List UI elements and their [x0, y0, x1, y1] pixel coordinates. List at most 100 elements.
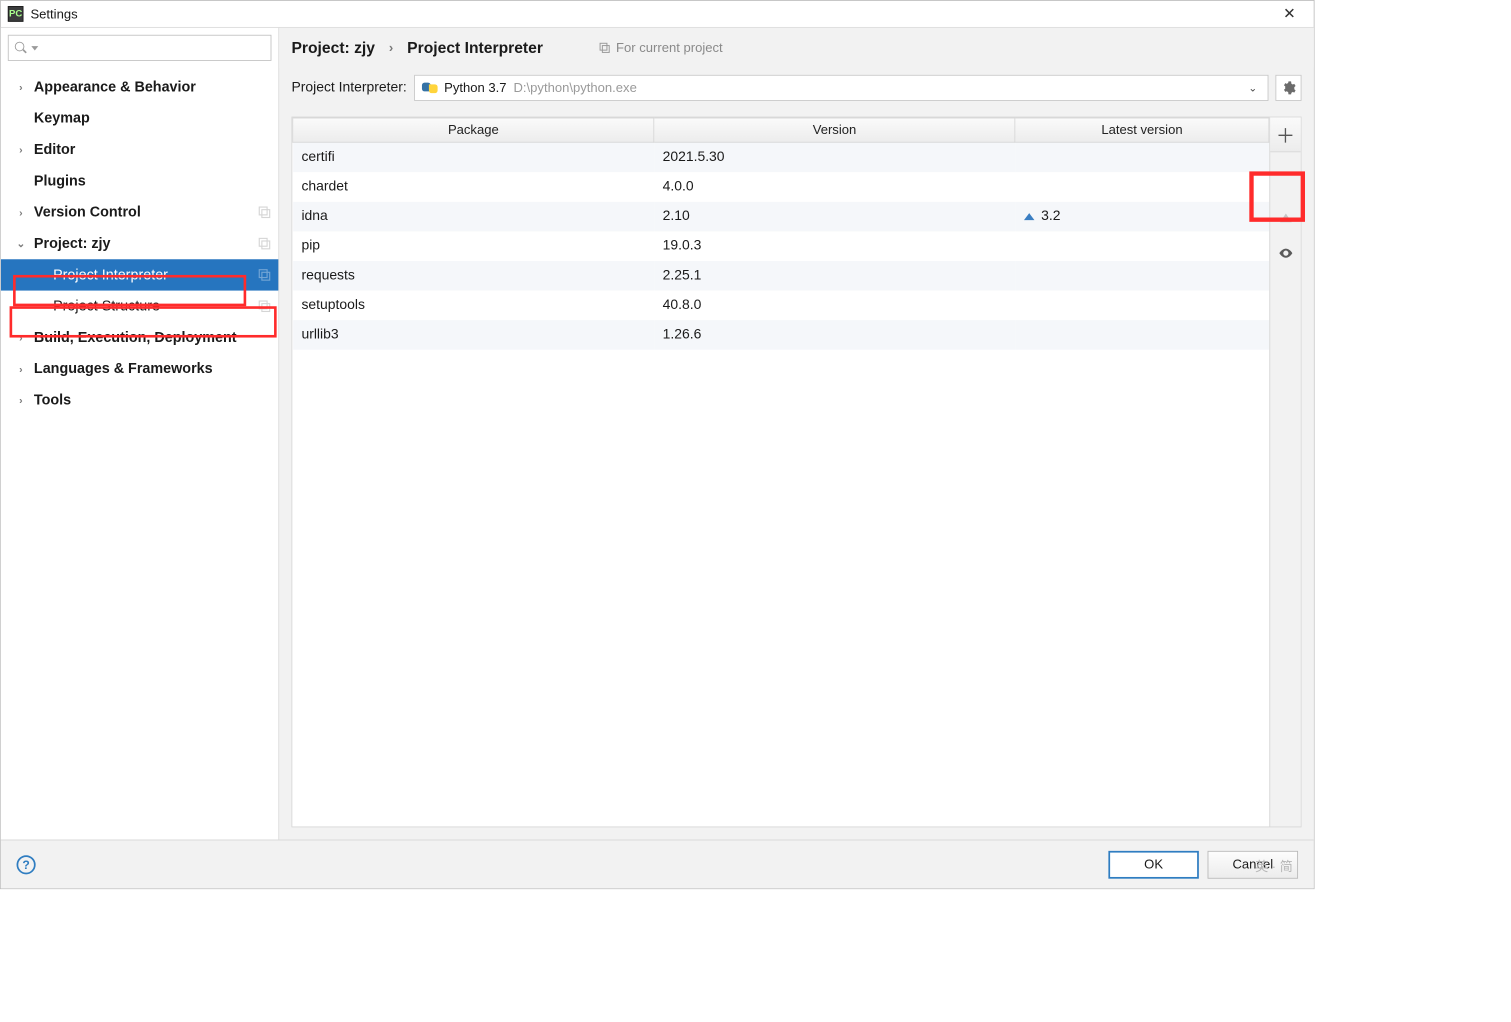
- interpreter-row: Project Interpreter: Python 3.7 D:\pytho…: [279, 68, 1313, 117]
- project-scope-icon: [599, 42, 611, 54]
- search-field[interactable]: [42, 40, 266, 56]
- interpreter-name: Python 3.7: [444, 80, 506, 95]
- triangle-up-icon: [1278, 211, 1294, 227]
- package-name-cell: idna: [293, 201, 654, 231]
- upgrade-available-icon: [1024, 213, 1034, 220]
- project-scope-icon: [258, 237, 272, 251]
- chevron-down-icon: ⌄: [17, 238, 26, 250]
- table-row[interactable]: urllib31.26.6: [293, 320, 1269, 350]
- package-version-cell: 40.8.0: [654, 290, 1015, 320]
- interpreter-settings-button[interactable]: [1275, 75, 1301, 101]
- table-row[interactable]: requests2.25.1: [293, 261, 1269, 291]
- package-name-cell: chardet: [293, 172, 654, 202]
- breadcrumb: Project: zjy › Project Interpreter For c…: [279, 28, 1313, 68]
- sidebar-item-label: Version Control: [34, 204, 141, 221]
- package-version-cell: 19.0.3: [654, 231, 1015, 261]
- sidebar-item-project-structure[interactable]: Project Structure: [1, 291, 279, 322]
- sidebar-item-label: Appearance & Behavior: [34, 79, 196, 96]
- sidebar-item-project-zjy[interactable]: ⌄ Project: zjy: [1, 228, 279, 259]
- upgrade-package-button[interactable]: [1278, 201, 1294, 236]
- sidebar: ›Appearance & BehaviorKeymap›EditorPlugi…: [1, 28, 279, 840]
- breadcrumb-info: For current project: [599, 40, 723, 55]
- chevron-right-icon: ›: [17, 81, 26, 93]
- packages-table: Package Version Latest version certifi20…: [292, 117, 1269, 349]
- column-header-latest[interactable]: Latest version: [1015, 118, 1269, 142]
- sidebar-item-keymap[interactable]: Keymap: [1, 103, 279, 134]
- breadcrumb-page: Project Interpreter: [407, 39, 543, 57]
- python-icon: [422, 80, 438, 96]
- main-panel: Project: zjy › Project Interpreter For c…: [279, 28, 1313, 840]
- question-icon: ?: [22, 857, 29, 871]
- package-name-cell: pip: [293, 231, 654, 261]
- sidebar-item-appearance-behavior[interactable]: › Appearance & Behavior: [1, 71, 279, 102]
- chevron-right-icon: ›: [17, 331, 26, 343]
- sidebar-item-tools[interactable]: › Tools: [1, 385, 279, 416]
- search-icon: [14, 41, 28, 55]
- table-row[interactable]: certifi2021.5.30: [293, 142, 1269, 172]
- breadcrumb-project[interactable]: Project: zjy: [291, 39, 375, 57]
- package-latest-cell: [1015, 231, 1269, 261]
- eye-icon: [1278, 245, 1294, 261]
- interpreter-path: D:\python\python.exe: [513, 80, 636, 95]
- interpreter-dropdown[interactable]: Python 3.7 D:\python\python.exe ⌄: [414, 75, 1269, 101]
- sidebar-item-label: Plugins: [34, 173, 86, 190]
- package-version-cell: 1.26.6: [654, 320, 1015, 350]
- table-row[interactable]: idna2.103.2: [293, 201, 1269, 231]
- project-scope-icon: [258, 299, 272, 313]
- sidebar-item-version-control[interactable]: ›Version Control: [1, 197, 279, 228]
- show-early-releases-button[interactable]: [1278, 236, 1294, 271]
- column-header-version[interactable]: Version: [654, 118, 1015, 142]
- search-input[interactable]: [8, 35, 272, 61]
- titlebar: PC Settings ✕: [1, 1, 1314, 27]
- sidebar-item-label: Project: zjy: [34, 235, 111, 252]
- close-icon[interactable]: ✕: [1272, 5, 1307, 22]
- chevron-right-icon: ›: [17, 394, 26, 406]
- sidebar-item-label: Keymap: [34, 110, 90, 127]
- package-name-cell: urllib3: [293, 320, 654, 350]
- chevron-down-icon: ⌄: [1245, 80, 1261, 96]
- sidebar-item-project-interpreter[interactable]: Project Interpreter: [1, 259, 279, 290]
- chevron-down-icon: [31, 46, 38, 50]
- body-area: ›Appearance & BehaviorKeymap›EditorPlugi…: [1, 27, 1314, 840]
- interpreter-label: Project Interpreter:: [291, 80, 406, 96]
- sidebar-item-label: Languages & Frameworks: [34, 361, 213, 378]
- ok-button[interactable]: OK: [1108, 850, 1198, 878]
- project-scope-icon: [258, 205, 272, 219]
- settings-tree: ›Appearance & BehaviorKeymap›EditorPlugi…: [1, 68, 279, 840]
- sidebar-item-label: Editor: [34, 141, 75, 158]
- package-name-cell: setuptools: [293, 290, 654, 320]
- cancel-button[interactable]: Cancel: [1208, 850, 1298, 878]
- sidebar-item-build-execution-deployment[interactable]: › Build, Execution, Deployment: [1, 322, 279, 353]
- package-latest-cell: 3.2: [1015, 201, 1269, 231]
- packages-toolbar: ＋: [1269, 117, 1300, 826]
- sidebar-item-label: Tools: [34, 392, 71, 409]
- gear-icon: [1281, 80, 1297, 96]
- package-name-cell: certifi: [293, 142, 654, 172]
- table-row[interactable]: pip19.0.3: [293, 231, 1269, 261]
- package-latest-cell: [1015, 142, 1269, 172]
- sidebar-item-languages-frameworks[interactable]: › Languages & Frameworks: [1, 353, 279, 384]
- chevron-right-icon: ›: [17, 363, 26, 375]
- table-row[interactable]: chardet4.0.0: [293, 172, 1269, 202]
- sidebar-item-plugins[interactable]: Plugins: [1, 165, 279, 196]
- app-icon: PC: [8, 6, 24, 22]
- package-latest-cell: [1015, 290, 1269, 320]
- help-button[interactable]: ?: [17, 855, 36, 874]
- table-row[interactable]: setuptools40.8.0: [293, 290, 1269, 320]
- sidebar-item-label: Build, Execution, Deployment: [34, 329, 237, 346]
- package-latest-cell: [1015, 320, 1269, 350]
- packages-area: Package Version Latest version certifi20…: [291, 117, 1301, 828]
- footer: ? OK Cancel: [1, 840, 1314, 889]
- package-version-cell: 4.0.0: [654, 172, 1015, 202]
- plus-icon: ＋: [1276, 120, 1295, 148]
- package-name-cell: requests: [293, 261, 654, 291]
- package-latest-cell: [1015, 261, 1269, 291]
- package-version-cell: 2.10: [654, 201, 1015, 231]
- column-header-package[interactable]: Package: [293, 118, 654, 142]
- add-package-button[interactable]: ＋: [1270, 117, 1300, 152]
- sidebar-item-label: Project Interpreter: [53, 267, 168, 284]
- package-version-cell: 2.25.1: [654, 261, 1015, 291]
- sidebar-item-label: Project Structure: [53, 298, 160, 315]
- sidebar-item-editor[interactable]: ›Editor: [1, 134, 279, 165]
- package-version-cell: 2021.5.30: [654, 142, 1015, 172]
